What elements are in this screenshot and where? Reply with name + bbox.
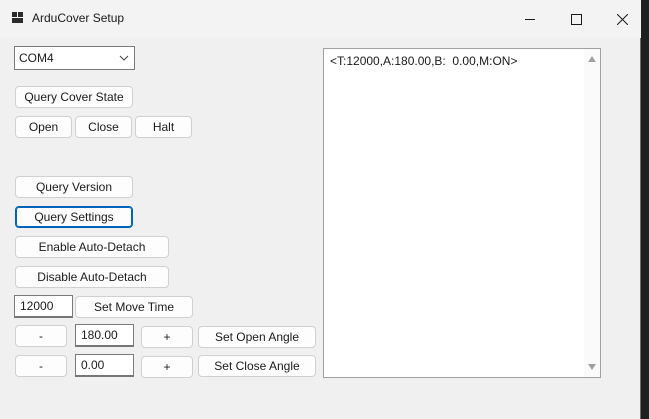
query-cover-state-button[interactable]: Query Cover State (15, 86, 133, 108)
set-close-angle-button[interactable]: Set Close Angle (198, 355, 316, 377)
open-angle-decrement-button[interactable]: - (15, 325, 67, 347)
close-button[interactable]: Close (75, 116, 132, 138)
port-select[interactable]: COM4 (14, 46, 135, 70)
open-angle-field[interactable]: 180.00 (75, 324, 134, 347)
close-angle-increment-button[interactable]: + (141, 356, 193, 378)
maximize-icon (570, 13, 582, 25)
query-settings-button[interactable]: Query Settings (15, 206, 133, 228)
set-move-time-button[interactable]: Set Move Time (75, 296, 193, 318)
close-icon (616, 13, 628, 25)
disable-auto-detach-button[interactable]: Disable Auto-Detach (15, 266, 169, 288)
move-time-field[interactable]: 12000 (14, 295, 73, 318)
enable-auto-detach-button[interactable]: Enable Auto-Detach (15, 236, 169, 258)
main-window: ArduCover Setup COM4 Query Cover State O… (0, 0, 641, 419)
port-select-value: COM4 (19, 51, 54, 65)
halt-button[interactable]: Halt (135, 116, 192, 138)
minimize-button[interactable] (507, 0, 553, 38)
scroll-down-icon[interactable] (588, 364, 596, 370)
set-open-angle-button[interactable]: Set Open Angle (198, 326, 316, 348)
app-icon (12, 12, 24, 24)
output-textbox[interactable]: <T:12000,A:180.00,B: 0.00,M:ON> (323, 48, 601, 378)
window-title: ArduCover Setup (32, 11, 125, 25)
chevron-down-icon (119, 55, 129, 61)
scroll-up-icon[interactable] (588, 56, 596, 62)
close-angle-field[interactable]: 0.00 (75, 354, 134, 377)
title-bar[interactable]: ArduCover Setup (0, 0, 641, 38)
query-version-button[interactable]: Query Version (15, 176, 133, 198)
close-window-button[interactable] (599, 0, 645, 38)
minimize-icon (525, 19, 535, 20)
maximize-button[interactable] (553, 0, 599, 38)
open-button[interactable]: Open (15, 116, 72, 138)
vertical-scrollbar[interactable] (584, 49, 600, 377)
open-angle-increment-button[interactable]: + (141, 326, 193, 348)
output-text: <T:12000,A:180.00,B: 0.00,M:ON> (330, 54, 518, 68)
close-angle-decrement-button[interactable]: - (15, 355, 67, 377)
